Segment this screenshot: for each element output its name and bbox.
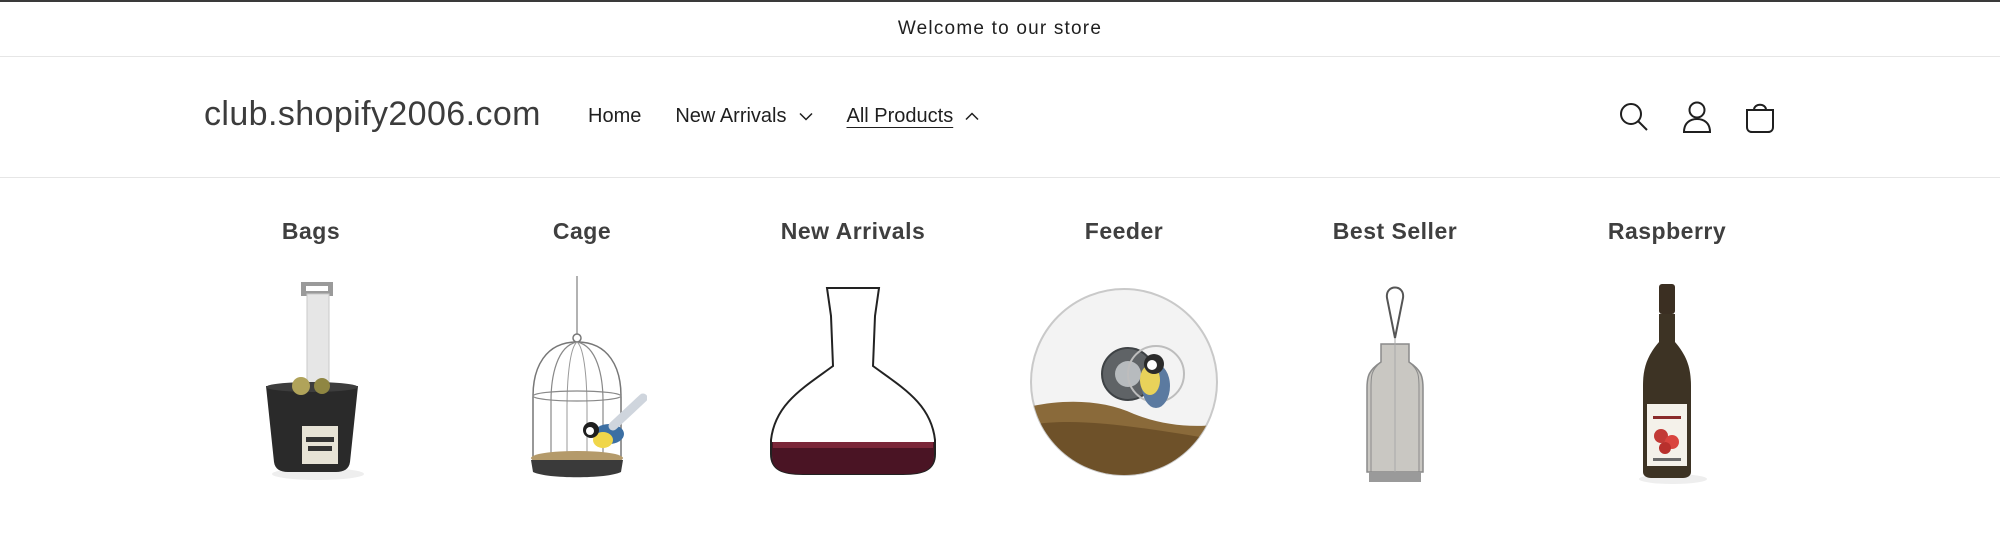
main-nav: Home New Arrivals All Products: [588, 105, 1013, 128]
menu-column-title: Best Seller: [1332, 218, 1458, 244]
nav-item-label: Home: [588, 105, 642, 127]
header-icons: [1614, 97, 1803, 137]
account-icon[interactable]: [1677, 97, 1717, 137]
menu-column-title: Bags: [281, 218, 341, 244]
chevron-up-icon: [965, 112, 979, 121]
menu-column-title: Raspberry: [1607, 218, 1727, 244]
raspberry-bottle-image[interactable]: [1627, 276, 1707, 491]
site-header: club.shopify2006.com Home New Arrivals A…: [0, 57, 2000, 178]
menu-column-title: New Arrivals: [780, 218, 926, 244]
decanter-image[interactable]: [753, 276, 953, 491]
menu-column-raspberry[interactable]: Raspberry: [1531, 178, 1803, 536]
bird-cage-image[interactable]: [517, 276, 648, 491]
menu-column-feeder[interactable]: Feeder: [988, 178, 1260, 536]
nav-item-home[interactable]: Home: [588, 105, 641, 128]
announcement-bar: Welcome to our store: [0, 2, 2000, 57]
menu-column-title: Cage: [552, 218, 612, 244]
menu-column-best-seller[interactable]: Best Seller: [1259, 178, 1531, 536]
menu-column-bags[interactable]: Bags: [175, 178, 447, 536]
nav-item-label: New Arrivals: [675, 105, 787, 127]
menu-column-title: Feeder: [1084, 218, 1164, 244]
lantern-image[interactable]: [1355, 276, 1435, 495]
cart-icon[interactable]: [1740, 97, 1780, 137]
store-logo[interactable]: club.shopify2006.com: [204, 95, 541, 134]
nav-item-new-arrivals[interactable]: New Arrivals: [675, 105, 813, 128]
mega-menu: Bags Cage New Arrivals Feeder Best Selle…: [0, 178, 2000, 536]
nav-item-all-products[interactable]: All Products: [847, 105, 980, 128]
window-feeder-image[interactable]: [1024, 276, 1224, 491]
menu-column-cage[interactable]: Cage: [446, 178, 718, 536]
chevron-down-icon: [798, 112, 813, 121]
menu-column-new-arrivals[interactable]: New Arrivals: [717, 178, 989, 536]
announcement-text: Welcome to our store: [897, 18, 1103, 39]
search-icon[interactable]: [1614, 97, 1654, 137]
nav-item-label: All Products: [846, 105, 954, 127]
bag-holder-image[interactable]: [246, 276, 376, 491]
